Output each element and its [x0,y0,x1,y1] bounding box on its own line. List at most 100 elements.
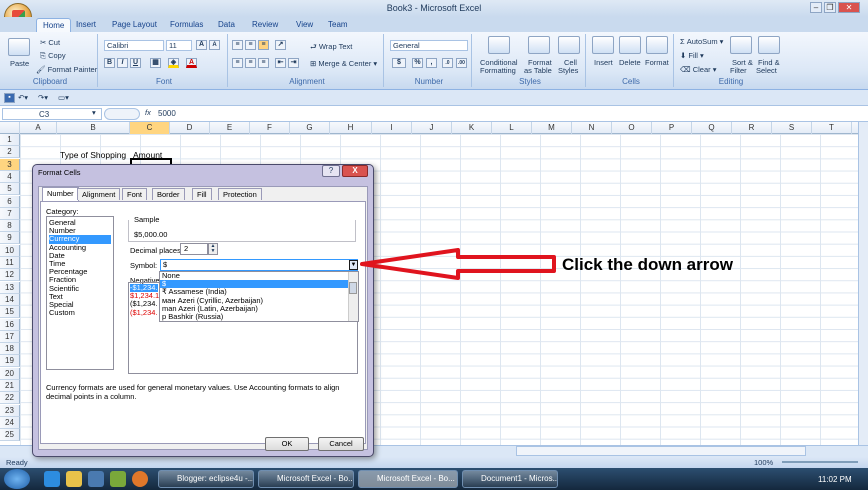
row-header-16[interactable]: 16 [0,318,20,331]
align-right-icon[interactable]: ≡ [258,58,269,68]
column-header-h[interactable]: H [330,122,372,134]
paste-icon[interactable] [8,38,30,56]
zoom-slider[interactable] [782,461,858,463]
autosum-button[interactable]: Σ AutoSum ▾ [680,37,723,46]
format-cells-label[interactable]: Format [645,58,669,67]
sort-filter-icon[interactable] [730,36,752,54]
find-select-label-2[interactable]: Select [756,66,777,75]
column-header-p[interactable]: P [652,122,692,134]
font-name-select[interactable]: Calibri [104,40,164,51]
cancel-button[interactable]: Cancel [318,437,364,451]
row-header-20[interactable]: 20 [0,367,20,380]
increase-indent-icon[interactable]: ⇥ [288,58,299,68]
column-header-o[interactable]: O [612,122,652,134]
format-as-table-label-2[interactable]: as Table [524,66,552,75]
firefox-icon[interactable] [132,471,148,487]
column-header-f[interactable]: F [250,122,290,134]
increase-decimal-icon[interactable]: .0 [442,58,453,68]
row-header-25[interactable]: 25 [0,429,20,442]
column-header-a[interactable]: A [20,122,57,134]
taskbar-item-excel-1[interactable]: Microsoft Excel - Bo... [258,470,354,488]
symbol-dropdown-list[interactable]: None $ ₹ Assamese (India) ман Azeri (Cyr… [159,271,359,322]
format-cells-icon[interactable] [646,36,668,54]
align-center-icon[interactable]: ≡ [245,58,256,68]
column-header-k[interactable]: K [452,122,492,134]
clear-button[interactable]: ⌫ Clear ▾ [680,65,717,74]
row-header-5[interactable]: 5 [0,183,20,196]
vertical-scrollbar[interactable] [858,122,868,446]
column-header-b[interactable]: B [57,122,130,134]
italic-button[interactable]: I [117,58,128,68]
format-painter-button[interactable]: 🖌 Format Painter [36,65,97,74]
row-header-17[interactable]: 17 [0,330,20,343]
row-header-21[interactable]: 21 [0,380,20,392]
formula-input[interactable]: 5000 [158,108,858,120]
column-header-m[interactable]: M [532,122,572,134]
conditional-formatting-icon[interactable] [488,36,510,54]
align-bottom-icon[interactable]: ≡ [258,40,269,50]
column-header-q[interactable]: Q [692,122,732,134]
row-header-10[interactable]: 10 [0,244,20,257]
column-header-g[interactable]: G [290,122,330,134]
cut-button[interactable]: ✂ Cut [40,38,60,47]
merge-center-button[interactable]: ⊞ Merge & Center ▾ [310,59,377,68]
row-header-4[interactable]: 4 [0,170,20,183]
conditional-formatting-label-2[interactable]: Formatting [480,66,516,75]
tab-page-layout[interactable]: Page Layout [106,18,163,32]
fill-button[interactable]: ⬇ Fill ▾ [680,51,704,60]
tab-insert[interactable]: Insert [70,18,102,32]
column-header-d[interactable]: D [170,122,210,134]
column-header-r[interactable]: R [732,122,772,134]
ok-button[interactable]: OK [265,437,309,451]
row-header-18[interactable]: 18 [0,343,20,356]
cell-b2[interactable]: Type of Shopping [60,150,126,160]
row-header-19[interactable]: 19 [0,355,20,368]
redo-icon[interactable]: ↷▾ [38,93,48,102]
dialog-tab-number[interactable]: Number [42,187,79,201]
symbol-list-scrollbar[interactable] [348,272,358,321]
zoom-level[interactable]: 100% [754,458,773,467]
symbol-select[interactable]: $ [160,259,358,271]
insert-cells-label[interactable]: Insert [594,58,613,67]
format-as-table-icon[interactable] [528,36,550,54]
dialog-tab-border[interactable]: Border [152,188,185,200]
column-header-e[interactable]: E [210,122,250,134]
delete-cells-icon[interactable] [619,36,641,54]
tab-formulas[interactable]: Formulas [164,18,209,32]
dialog-help-button[interactable]: ? [322,165,340,177]
symbol-dropdown-arrow-icon[interactable]: ▼ [349,260,358,270]
close-window-button[interactable]: ✕ [838,2,860,13]
delete-cells-label[interactable]: Delete [619,58,641,67]
row-header-13[interactable]: 13 [0,281,20,294]
dialog-close-button[interactable]: X [342,165,368,177]
row-header-24[interactable]: 24 [0,416,20,429]
align-left-icon[interactable]: ≡ [232,58,243,68]
align-top-icon[interactable]: ≡ [232,40,243,50]
symbol-list-scroll-thumb[interactable] [349,282,357,294]
save-icon[interactable]: ▪ [4,93,15,103]
dialog-tab-alignment[interactable]: Alignment [77,188,121,200]
insert-cells-icon[interactable] [592,36,614,54]
borders-icon[interactable]: ▦ [150,58,161,68]
row-header-9[interactable]: 9 [0,232,20,245]
align-middle-icon[interactable]: ≡ [245,40,256,50]
row-header-1[interactable]: 1 [0,134,20,146]
select-all-corner[interactable] [0,122,20,134]
row-header-7[interactable]: 7 [0,207,20,220]
tab-view[interactable]: View [290,18,319,32]
decimal-places-input[interactable]: 2 [180,243,208,255]
font-color-icon[interactable]: A [186,58,197,68]
shrink-font-button[interactable]: A [209,40,220,50]
cell-styles-icon[interactable] [558,36,580,54]
font-size-select[interactable]: 11 [166,40,192,51]
column-header-t[interactable]: T [812,122,852,134]
column-header-c[interactable]: C [130,122,170,134]
explorer-icon[interactable] [66,471,82,487]
copy-button[interactable]: ⎘ Copy [40,51,66,61]
decrease-decimal-icon[interactable]: .00 [456,58,467,68]
orientation-icon[interactable]: ↗ [275,40,286,50]
row-header-14[interactable]: 14 [0,293,20,306]
app-icon[interactable] [110,471,126,487]
column-header-l[interactable]: L [492,122,532,134]
start-button[interactable] [4,469,30,489]
